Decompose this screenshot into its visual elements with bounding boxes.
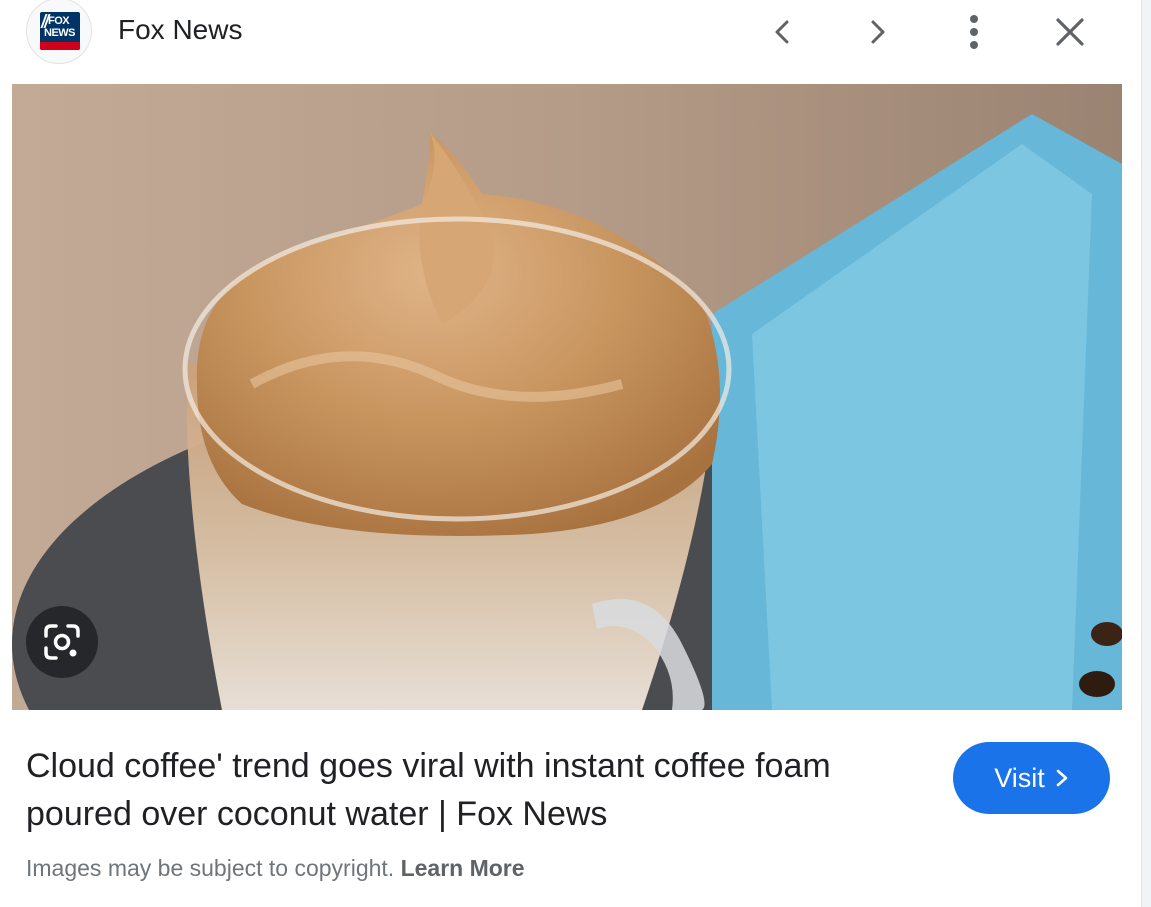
close-button[interactable]: [1046, 8, 1094, 56]
coffee-image: [12, 84, 1122, 710]
image-preview-panel: FOX NEWS Fox News Cloud coffee' trend go…: [0, 0, 1141, 907]
site-name[interactable]: Fox News: [118, 14, 242, 46]
google-lens-button[interactable]: [26, 606, 98, 678]
learn-more-link[interactable]: Learn More: [401, 855, 525, 881]
visit-label: Visit: [994, 762, 1045, 793]
result-title[interactable]: Cloud coffee' trend goes viral with inst…: [26, 742, 926, 838]
copyright-text: Images may be subject to copyright.: [26, 855, 395, 881]
chevron-left-icon: [775, 20, 789, 44]
more-vert-icon: [970, 15, 978, 49]
google-lens-icon: [44, 624, 80, 660]
chevron-right-icon: [871, 20, 885, 44]
visit-button[interactable]: Visit: [953, 742, 1110, 814]
preview-image[interactable]: [12, 84, 1122, 710]
chevron-right-icon: [1056, 769, 1068, 787]
more-options-button[interactable]: [950, 8, 998, 56]
close-icon: [1056, 18, 1084, 46]
next-button[interactable]: [854, 8, 902, 56]
site-favicon[interactable]: FOX NEWS: [26, 0, 92, 64]
copyright-notice: Images may be subject to copyright. Lear…: [26, 855, 525, 882]
fox-news-logo: FOX NEWS: [40, 12, 80, 50]
scrollbar-track[interactable]: [1141, 0, 1151, 907]
previous-button[interactable]: [758, 8, 806, 56]
preview-header: FOX NEWS Fox News: [0, 0, 1141, 84]
